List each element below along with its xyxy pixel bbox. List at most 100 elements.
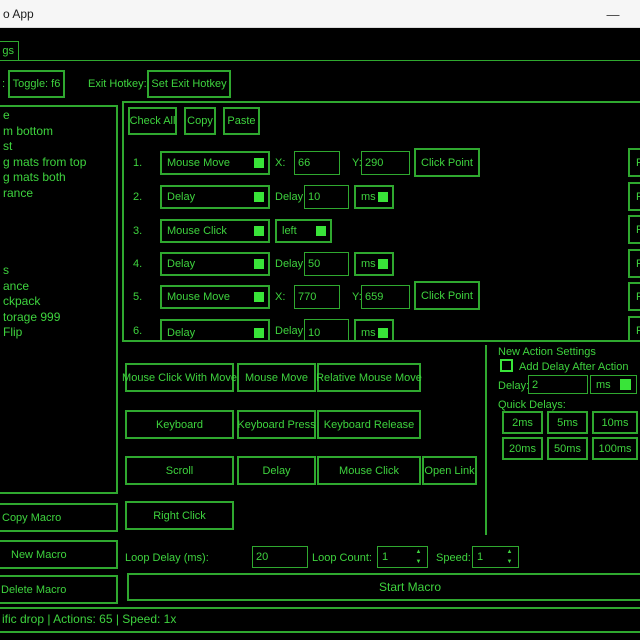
add-relative-mouse-move-button[interactable]: Relative Mouse Move — [317, 363, 421, 392]
remove-action-button[interactable]: R — [628, 249, 640, 278]
remove-action-button[interactable]: R — [628, 148, 640, 177]
set-exit-hotkey-button[interactable]: Set Exit Hotkey — [147, 70, 231, 98]
dropdown-square-icon[interactable] — [254, 259, 264, 269]
y-coordinate-input[interactable] — [361, 151, 410, 175]
dropdown-square-icon[interactable] — [620, 379, 631, 390]
click-point-button[interactable]: Click Point — [414, 281, 480, 310]
action-type-dropdown[interactable]: Mouse Click — [160, 219, 270, 243]
dropdown-square-icon[interactable] — [316, 226, 326, 236]
toggle-hotkey-button[interactable]: Toggle: f6 — [8, 70, 65, 98]
quick-delay-10ms-button[interactable]: 10ms — [592, 411, 638, 434]
new-action-delay-input[interactable] — [528, 375, 588, 394]
macro-list-item[interactable] — [3, 232, 116, 248]
dropdown-square-icon[interactable] — [254, 328, 264, 338]
dropdown-square-icon[interactable] — [378, 192, 388, 202]
remove-action-button[interactable]: R — [628, 282, 640, 311]
delay-unit-dropdown[interactable]: ms — [354, 319, 394, 342]
macro-list-item[interactable]: torage 999 — [3, 310, 116, 326]
stepper-arrows[interactable]: ▲ ▼ — [412, 548, 425, 566]
dropdown-square-icon[interactable] — [254, 292, 264, 302]
quick-delay-20ms-button[interactable]: 20ms — [502, 437, 543, 460]
delete-macro-button[interactable]: Delete Macro — [0, 575, 118, 604]
add-delay-button[interactable]: Delay — [237, 456, 316, 485]
action-type-dropdown[interactable]: Mouse Move — [160, 285, 270, 309]
quick-delay-100ms-button[interactable]: 100ms — [592, 437, 638, 460]
click-point-button[interactable]: Click Point — [414, 148, 480, 177]
add-scroll-button[interactable]: Scroll — [125, 456, 234, 485]
dropdown-square-icon[interactable] — [254, 158, 264, 168]
dropdown-square-icon[interactable] — [254, 226, 264, 236]
macro-list[interactable]: e m bottom st g mats from top g mats bot… — [0, 105, 118, 494]
add-keyboard-button[interactable]: Keyboard — [125, 410, 234, 439]
action-type-dropdown[interactable]: Delay — [160, 252, 270, 276]
tab-settings[interactable]: gs — [0, 41, 19, 61]
loop-count-stepper[interactable]: 1 ▲ ▼ — [377, 546, 428, 568]
macro-list-item[interactable]: rance — [3, 186, 116, 202]
dropdown-square-icon[interactable] — [378, 328, 388, 338]
x-coordinate-input[interactable] — [294, 285, 340, 309]
delay-unit-value: ms — [361, 258, 376, 270]
start-macro-button[interactable]: Start Macro — [127, 573, 640, 601]
quick-delay-2ms-button[interactable]: 2ms — [502, 411, 543, 434]
macro-list-item[interactable]: g mats from top — [3, 155, 116, 171]
macro-list-item[interactable]: s — [3, 263, 116, 279]
new-action-delay-label: Delay: — [498, 380, 529, 392]
speed-stepper[interactable]: 1 ▲ ▼ — [472, 546, 519, 568]
x-coordinate-input[interactable] — [294, 151, 340, 175]
dropdown-square-icon[interactable] — [378, 259, 388, 269]
action-type-dropdown[interactable]: Delay — [160, 185, 270, 209]
dropdown-square-icon[interactable] — [254, 192, 264, 202]
new-macro-button[interactable]: New Macro — [0, 540, 118, 569]
delay-unit-dropdown[interactable]: ms — [354, 185, 394, 209]
delay-unit-value: ms — [361, 191, 376, 203]
macro-list-item[interactable] — [3, 217, 116, 233]
add-open-link-button[interactable]: Open Link — [422, 456, 477, 485]
minimize-button[interactable]: — — [594, 0, 632, 28]
loop-delay-input[interactable] — [252, 546, 308, 568]
delay-unit-dropdown[interactable]: ms — [354, 252, 394, 276]
macro-list-item[interactable]: ance — [3, 279, 116, 295]
action-row-number: 6. — [133, 325, 142, 337]
add-mouse-move-button[interactable]: Mouse Move — [237, 363, 316, 392]
stepper-arrows[interactable]: ▲ ▼ — [503, 548, 516, 566]
add-mouse-click-with-move-button[interactable]: Mouse Click With Move — [125, 363, 234, 392]
remove-action-button[interactable]: R — [628, 182, 640, 211]
check-all-button[interactable]: Check All — [128, 107, 177, 135]
quick-delay-5ms-button[interactable]: 5ms — [547, 411, 588, 434]
macro-list-item[interactable]: e — [3, 108, 116, 124]
new-action-unit-dropdown[interactable]: ms — [590, 375, 637, 394]
mouse-button-dropdown[interactable]: left — [275, 219, 332, 243]
delay-value-input[interactable] — [304, 319, 349, 342]
remove-action-button[interactable]: R — [628, 215, 640, 244]
delay-unit-value: ms — [361, 327, 376, 339]
status-text: ific drop | Actions: 65 | Speed: 1x — [2, 612, 176, 626]
add-right-click-button[interactable]: Right Click — [125, 501, 234, 530]
spinner-up-icon[interactable]: ▲ — [507, 549, 513, 555]
action-type-value: Mouse Move — [167, 291, 230, 303]
add-keyboard-release-button[interactable]: Keyboard Release — [317, 410, 421, 439]
add-mouse-click-button[interactable]: Mouse Click — [317, 456, 421, 485]
quick-delay-50ms-button[interactable]: 50ms — [547, 437, 588, 460]
window-title: o App — [3, 0, 34, 28]
delay-value-input[interactable] — [304, 185, 349, 209]
spinner-down-icon[interactable]: ▼ — [507, 559, 513, 565]
macro-list-item[interactable]: m bottom — [3, 124, 116, 140]
action-type-dropdown[interactable]: Mouse Move — [160, 151, 270, 175]
copy-actions-button[interactable]: Copy — [184, 107, 216, 135]
paste-actions-button[interactable]: Paste — [223, 107, 260, 135]
action-type-dropdown[interactable]: Delay — [160, 319, 270, 342]
macro-list-item[interactable] — [3, 248, 116, 264]
remove-action-button[interactable]: R — [628, 316, 640, 342]
copy-macro-button[interactable]: Copy Macro — [0, 503, 118, 532]
spinner-up-icon[interactable]: ▲ — [416, 549, 422, 555]
spinner-down-icon[interactable]: ▼ — [416, 559, 422, 565]
add-delay-after-action-checkbox[interactable] — [500, 359, 513, 372]
macro-list-item[interactable]: st — [3, 139, 116, 155]
y-coordinate-input[interactable] — [361, 285, 410, 309]
macro-list-item[interactable]: ckpack — [3, 294, 116, 310]
add-keyboard-press-button[interactable]: Keyboard Press — [237, 410, 316, 439]
macro-list-item[interactable] — [3, 201, 116, 217]
macro-list-item[interactable]: Flip — [3, 325, 116, 341]
macro-list-item[interactable]: g mats both — [3, 170, 116, 186]
delay-value-input[interactable] — [304, 252, 349, 276]
